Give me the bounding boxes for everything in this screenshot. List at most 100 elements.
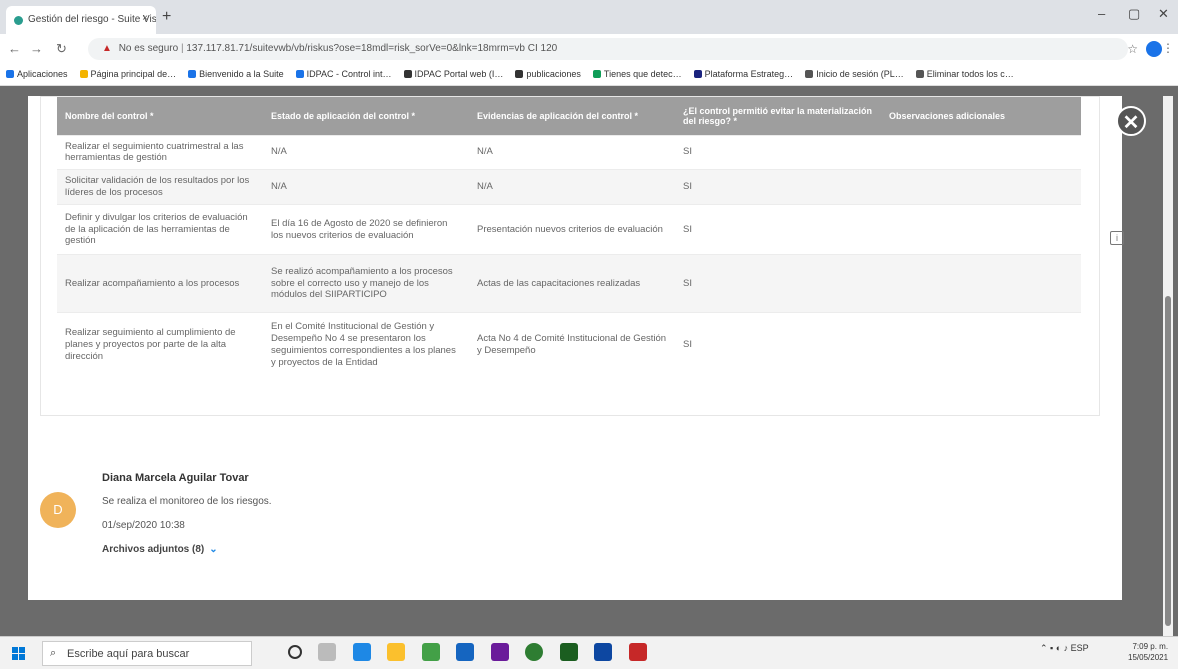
- bookmark-label: Plataforma Estrateg…: [704, 69, 794, 79]
- forward-icon[interactable]: →: [30, 41, 43, 56]
- word-icon[interactable]: [594, 643, 613, 661]
- table-cell: El día 16 de Agosto de 2020 se definiero…: [263, 204, 469, 255]
- modal-close-button[interactable]: ✕: [1116, 106, 1146, 136]
- comment-author: Diana Marcela Aguilar Tovar: [102, 472, 249, 484]
- insecure-label: No es seguro: [118, 43, 179, 54]
- column-header: ¿El control permitió evitar la materiali…: [675, 97, 881, 135]
- bookmark-star-icon[interactable]: ☆: [1127, 42, 1138, 56]
- bookmark-label: Aplicaciones: [17, 69, 68, 79]
- column-header: Observaciones adicionales: [881, 97, 1081, 135]
- table-cell: Realizar el seguimiento cuatrimestral a …: [57, 134, 263, 170]
- bookmark-item[interactable]: Plataforma Estrateg…: [688, 64, 800, 79]
- taskbar-clock[interactable]: 7:09 p. m. 15/05/2021: [1128, 641, 1168, 663]
- table-cell: [881, 254, 1081, 313]
- table-cell: SI: [675, 204, 881, 255]
- menu-icon[interactable]: ⋮: [1162, 41, 1174, 55]
- bookmark-icon: [693, 70, 702, 78]
- search-icon: ⌕: [50, 647, 57, 659]
- table-cell: Realizar seguimiento al cumplimiento de …: [57, 312, 263, 377]
- table-row: Definir y divulgar los criterios de eval…: [57, 204, 1081, 255]
- system-tray[interactable]: ⌃ ▪ ◐ ♪ ESP: [1040, 643, 1089, 654]
- store-icon[interactable]: [456, 643, 475, 661]
- bookmark-item[interactable]: Aplicaciones: [0, 64, 74, 79]
- bookmark-item[interactable]: IDPAC - Control int…: [290, 64, 398, 79]
- clock-time: 7:09 p. m.: [1132, 642, 1169, 651]
- scrollbar[interactable]: [1163, 96, 1173, 636]
- table-cell: [881, 169, 1081, 205]
- url-text: 137.117.81.71/suitevwb/vb/riskus?ose=18m…: [186, 43, 558, 54]
- reload-icon[interactable]: ↻: [56, 41, 67, 57]
- comment-text: Se realiza el monitoreo de los riesgos.: [102, 496, 272, 507]
- favicon-icon: [14, 16, 23, 25]
- new-tab-button[interactable]: +: [162, 8, 171, 26]
- column-header: Estado de aplicación del control *: [263, 97, 469, 135]
- teams-icon[interactable]: [490, 643, 509, 661]
- attachments-label: Archivos adjuntos (8): [102, 544, 205, 555]
- bookmark-icon: [805, 70, 814, 78]
- bookmark-item[interactable]: publicaciones: [509, 64, 587, 79]
- bookmark-item[interactable]: IDPAC Portal web (I…: [398, 64, 510, 79]
- bookmark-label: Página principal de…: [90, 69, 177, 79]
- table-cell: N/A: [469, 134, 675, 170]
- table-cell: Solicitar validación de los resultados p…: [57, 169, 263, 205]
- minimize-icon[interactable]: –: [1098, 6, 1105, 21]
- bookmarks-bar: Aplicaciones Página principal de… Bienveni…: [0, 64, 1178, 86]
- chevron-down-icon: ⌄: [209, 544, 218, 555]
- cortana-icon[interactable]: [288, 645, 302, 659]
- bookmark-icon: [6, 70, 14, 78]
- profile-avatar[interactable]: [1146, 41, 1162, 57]
- task-view-icon[interactable]: [318, 643, 337, 661]
- bookmark-label: Bienvenido a la Suite: [199, 69, 284, 79]
- bookmark-icon: [515, 70, 524, 78]
- url-input[interactable]: ▲ No es seguro | 137.117.81.71/suitevwb/…: [88, 38, 1128, 60]
- table-row: Solicitar validación de los resultados p…: [57, 169, 1081, 205]
- bookmark-icon: [79, 70, 88, 78]
- bookmark-label: Tienes que detec…: [603, 69, 682, 79]
- pdf-icon[interactable]: [628, 643, 647, 661]
- tab-close-icon[interactable]: ×: [142, 13, 148, 24]
- table-cell: N/A: [263, 134, 469, 170]
- bookmark-icon: [915, 70, 924, 78]
- window-close-icon[interactable]: ✕: [1158, 6, 1169, 22]
- bookmark-item[interactable]: Bienvenido a la Suite: [182, 64, 290, 79]
- table-cell: SI: [675, 169, 881, 205]
- controls-card: Nombre del control * Estado de aplicació…: [40, 96, 1100, 416]
- info-icon[interactable]: i: [1110, 231, 1124, 245]
- table-cell: SI: [675, 134, 881, 170]
- back-icon[interactable]: ←: [8, 41, 21, 56]
- scrollbar-thumb[interactable]: [1165, 296, 1171, 626]
- windows-start-icon[interactable]: [12, 647, 26, 661]
- bookmark-item[interactable]: Eliminar todos los c…: [910, 64, 1020, 79]
- bookmark-item[interactable]: Inicio de sesión (PL…: [799, 64, 910, 79]
- explorer-icon[interactable]: [387, 643, 406, 661]
- table-cell: Presentación nuevos criterios de evaluac…: [469, 204, 675, 255]
- taskbar-search-input[interactable]: ⌕ Escribe aquí para buscar: [42, 641, 252, 666]
- bookmark-item[interactable]: Página principal de…: [74, 64, 183, 79]
- table-row: Realizar el seguimiento cuatrimestral a …: [57, 134, 1081, 170]
- maximize-icon[interactable]: ▢: [1128, 6, 1140, 22]
- excel-icon[interactable]: [559, 643, 578, 661]
- bookmark-label: Eliminar todos los c…: [926, 69, 1014, 79]
- table-cell: [881, 204, 1081, 255]
- chrome-icon[interactable]: [421, 643, 440, 661]
- bookmark-item[interactable]: Tienes que detec…: [587, 64, 688, 79]
- whatsapp-icon[interactable]: [525, 643, 544, 661]
- taskbar-apps: [288, 643, 659, 661]
- page-overlay: Nombre del control * Estado de aplicació…: [0, 86, 1178, 636]
- bookmark-icon: [188, 70, 197, 78]
- address-bar-row: ← → ↻ ▲ No es seguro | 137.117.81.71/sui…: [0, 34, 1178, 64]
- bookmark-label: publicaciones: [526, 69, 581, 79]
- browser-tab[interactable]: Gestión del riesgo - Suite Visió… ×: [6, 6, 156, 34]
- table-cell: Acta No 4 de Comité Institucional de Ges…: [469, 312, 675, 377]
- edge-icon[interactable]: [352, 643, 371, 661]
- tray-icons: ⌃ ▪ ◐ ♪: [1040, 643, 1071, 653]
- table-row: Realizar seguimiento al cumplimiento de …: [57, 312, 1081, 377]
- warning-icon: ▲: [102, 43, 112, 54]
- bookmark-label: Inicio de sesión (PL…: [816, 69, 904, 79]
- table-cell: [881, 312, 1081, 377]
- table-cell: SI: [675, 254, 881, 313]
- attachments-toggle[interactable]: Archivos adjuntos (8) ⌄: [102, 544, 218, 555]
- comment-entry: D Diana Marcela Aguilar Tovar Se realiza…: [40, 466, 540, 586]
- table-cell: En el Comité Institucional de Gestión y …: [263, 312, 469, 377]
- clock-date: 15/05/2021: [1128, 653, 1169, 662]
